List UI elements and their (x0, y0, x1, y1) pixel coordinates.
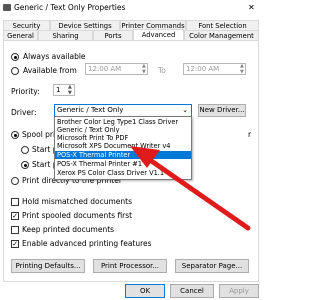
red-arrow-annotation (130, 146, 251, 231)
